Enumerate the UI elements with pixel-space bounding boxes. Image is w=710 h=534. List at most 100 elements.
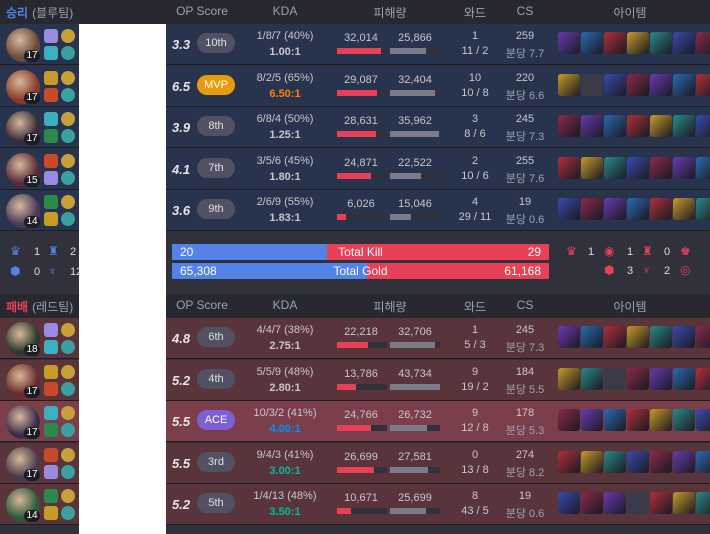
summoner-spell-icon[interactable] <box>44 171 58 185</box>
item-slot[interactable] <box>696 32 710 54</box>
summoner-spell-icon[interactable] <box>44 382 58 396</box>
item-slot[interactable] <box>558 492 580 514</box>
keystone-rune-icon[interactable] <box>61 365 75 379</box>
item-slot[interactable] <box>627 492 649 514</box>
item-slot[interactable] <box>558 409 580 431</box>
item-slot[interactable] <box>604 32 626 54</box>
keystone-rune-icon[interactable] <box>61 112 75 126</box>
item-slot[interactable] <box>581 368 603 390</box>
item-slot[interactable] <box>558 451 580 473</box>
item-slot[interactable] <box>696 115 710 137</box>
item-slot[interactable] <box>627 115 649 137</box>
item-slot[interactable] <box>581 326 603 348</box>
item-slot[interactable] <box>673 368 695 390</box>
secondary-rune-icon[interactable] <box>61 129 75 143</box>
item-slot[interactable] <box>673 409 695 431</box>
item-slot[interactable] <box>696 492 710 514</box>
item-slot[interactable] <box>604 326 626 348</box>
item-slot[interactable] <box>558 32 580 54</box>
summoner-spell-icon[interactable] <box>44 154 58 168</box>
secondary-rune-icon[interactable] <box>61 340 75 354</box>
item-slot[interactable] <box>581 32 603 54</box>
item-slot[interactable] <box>696 451 710 473</box>
item-slot[interactable] <box>558 368 580 390</box>
item-slot[interactable] <box>581 157 603 179</box>
item-slot[interactable] <box>627 409 649 431</box>
item-slot[interactable] <box>673 32 695 54</box>
col-wards[interactable]: 와드 <box>455 298 495 315</box>
item-slot[interactable] <box>650 157 672 179</box>
summoner-spell-icon[interactable] <box>44 71 58 85</box>
col-cs[interactable]: CS <box>505 298 545 312</box>
item-slot[interactable] <box>673 115 695 137</box>
summoner-spell-icon[interactable] <box>44 465 58 479</box>
keystone-rune-icon[interactable] <box>61 323 75 337</box>
item-slot[interactable] <box>696 74 710 96</box>
col-items[interactable]: 아이템 <box>600 298 660 315</box>
keystone-rune-icon[interactable] <box>61 71 75 85</box>
item-slot[interactable] <box>604 409 626 431</box>
item-slot[interactable] <box>581 409 603 431</box>
item-slot[interactable] <box>673 198 695 220</box>
summoner-spell-icon[interactable] <box>44 506 58 520</box>
keystone-rune-icon[interactable] <box>61 448 75 462</box>
keystone-rune-icon[interactable] <box>61 154 75 168</box>
summoner-spell-icon[interactable] <box>44 489 58 503</box>
item-slot[interactable] <box>558 74 580 96</box>
item-slot[interactable] <box>696 157 710 179</box>
secondary-rune-icon[interactable] <box>61 382 75 396</box>
item-slot[interactable] <box>650 451 672 473</box>
item-slot[interactable] <box>604 198 626 220</box>
item-slot[interactable] <box>627 32 649 54</box>
col-damage[interactable]: 피해량 <box>365 4 415 21</box>
item-slot[interactable] <box>581 115 603 137</box>
summoner-spell-icon[interactable] <box>44 323 58 337</box>
item-slot[interactable] <box>650 368 672 390</box>
item-slot[interactable] <box>673 157 695 179</box>
summoner-spell-icon[interactable] <box>44 406 58 420</box>
item-slot[interactable] <box>650 74 672 96</box>
item-slot[interactable] <box>627 368 649 390</box>
summoner-spell-icon[interactable] <box>44 129 58 143</box>
item-slot[interactable] <box>627 326 649 348</box>
item-slot[interactable] <box>627 451 649 473</box>
col-kda[interactable]: KDA <box>260 4 310 18</box>
item-slot[interactable] <box>650 115 672 137</box>
item-slot[interactable] <box>650 409 672 431</box>
item-slot[interactable] <box>650 198 672 220</box>
item-slot[interactable] <box>627 198 649 220</box>
keystone-rune-icon[interactable] <box>61 29 75 43</box>
item-slot[interactable] <box>604 74 626 96</box>
secondary-rune-icon[interactable] <box>61 506 75 520</box>
summoner-spell-icon[interactable] <box>44 88 58 102</box>
item-slot[interactable] <box>581 492 603 514</box>
keystone-rune-icon[interactable] <box>61 489 75 503</box>
item-slot[interactable] <box>604 451 626 473</box>
item-slot[interactable] <box>604 115 626 137</box>
item-slot[interactable] <box>581 198 603 220</box>
summoner-spell-icon[interactable] <box>44 212 58 226</box>
col-kda[interactable]: KDA <box>260 298 310 312</box>
summoner-spell-icon[interactable] <box>44 423 58 437</box>
item-slot[interactable] <box>581 451 603 473</box>
secondary-rune-icon[interactable] <box>61 423 75 437</box>
col-damage[interactable]: 피해량 <box>365 298 415 315</box>
item-slot[interactable] <box>558 157 580 179</box>
item-slot[interactable] <box>558 326 580 348</box>
secondary-rune-icon[interactable] <box>61 88 75 102</box>
summoner-spell-icon[interactable] <box>44 340 58 354</box>
col-op-score[interactable]: OP Score <box>172 4 232 18</box>
item-slot[interactable] <box>604 492 626 514</box>
item-slot[interactable] <box>696 326 710 348</box>
item-slot[interactable] <box>673 74 695 96</box>
summoner-spell-icon[interactable] <box>44 448 58 462</box>
item-slot[interactable] <box>696 198 710 220</box>
item-slot[interactable] <box>558 115 580 137</box>
secondary-rune-icon[interactable] <box>61 212 75 226</box>
summoner-spell-icon[interactable] <box>44 112 58 126</box>
item-slot[interactable] <box>673 326 695 348</box>
secondary-rune-icon[interactable] <box>61 171 75 185</box>
keystone-rune-icon[interactable] <box>61 195 75 209</box>
item-slot[interactable] <box>696 368 710 390</box>
item-slot[interactable] <box>558 198 580 220</box>
